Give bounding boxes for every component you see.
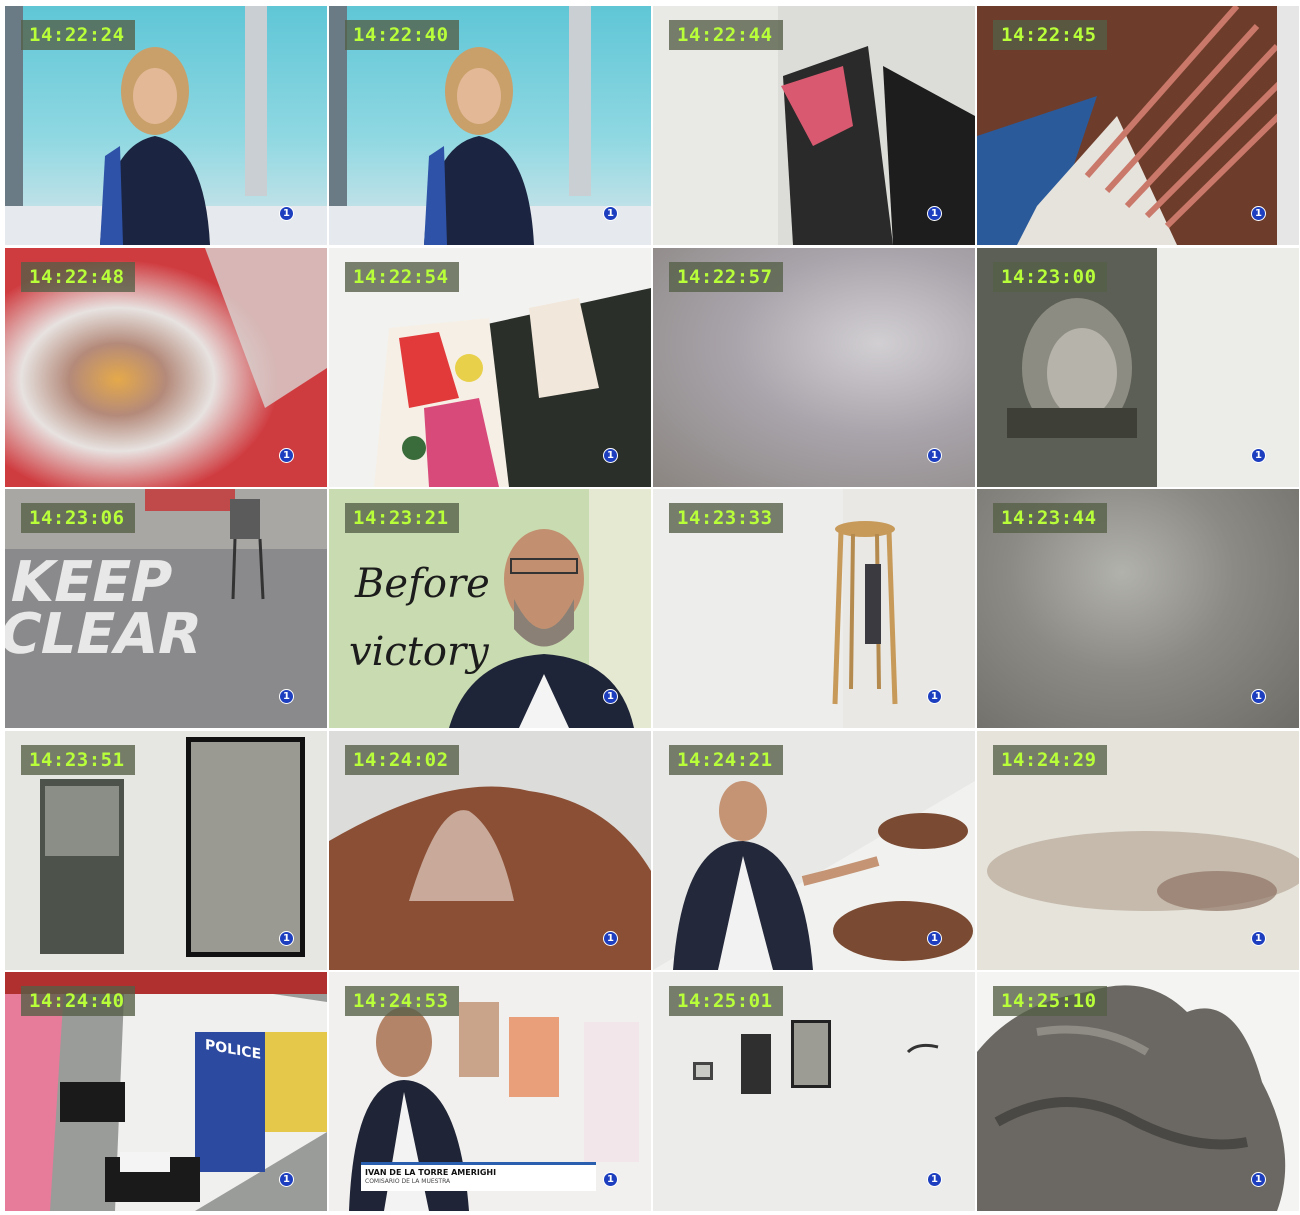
timestamp-label: 14:24:53	[345, 986, 459, 1016]
timestamp-label: 14:24:21	[669, 744, 783, 775]
timestamp-label: 14:22:54	[345, 261, 459, 292]
timestamp-label: 14:22:44	[669, 20, 783, 50]
timestamp-label: 14:24:29	[993, 744, 1107, 775]
thumbnail-grid: 14:22:24 1 14:22:40 1 14:22:44 1 14:22:4…	[5, 6, 1299, 1211]
timestamp-label: 14:22:40	[345, 20, 459, 50]
channel-logo-icon: 1	[927, 930, 942, 946]
timestamp-label: 14:23:51	[21, 744, 135, 775]
lower-third-caption: IVAN DE LA TORRE AMERIGHI COMISARIO DE L…	[361, 1162, 596, 1191]
timestamp-label: 14:23:44	[993, 503, 1107, 533]
channel-logo-icon: 1	[1251, 206, 1266, 221]
frame-thumbnail[interactable]: 14:22:54 1	[329, 247, 651, 487]
frame-thumbnail[interactable]: 14:24:02 1	[329, 730, 651, 970]
timestamp-label: 14:22:45	[993, 20, 1107, 50]
timestamp-label: 14:23:06	[21, 503, 135, 533]
channel-logo-icon: 1	[603, 447, 618, 463]
frame-thumbnail[interactable]: 14:23:33 1	[653, 489, 975, 728]
timestamp-label: 14:22:48	[21, 261, 135, 292]
channel-logo-icon: 1	[1251, 930, 1266, 946]
frame-thumbnail[interactable]: 14:23:51 1	[5, 730, 327, 970]
frame-thumbnail[interactable]: 14:23:44 1	[977, 489, 1299, 728]
timestamp-label: 14:25:10	[993, 986, 1107, 1016]
channel-logo-icon: 1	[927, 206, 942, 221]
caption-name: IVAN DE LA TORRE AMERIGHI	[365, 1168, 497, 1177]
frame-thumbnail[interactable]: Before victory 14:23:21 1	[329, 489, 651, 728]
channel-logo-icon: 1	[279, 206, 294, 221]
channel-logo-icon: 1	[279, 689, 294, 704]
frame-thumbnail[interactable]: 14:22:40 1	[329, 6, 651, 245]
timestamp-label: 14:23:00	[993, 261, 1107, 292]
frame-thumbnail[interactable]: KEEP CLEAR 14:23:06 1	[5, 489, 327, 728]
timestamp-label: 14:24:02	[345, 744, 459, 775]
frame-thumbnail[interactable]: 14:22:24 1	[5, 6, 327, 245]
channel-logo-icon: 1	[927, 689, 942, 704]
frame-thumbnail[interactable]: 14:22:48 1	[5, 247, 327, 487]
frame-thumbnail[interactable]: 14:22:44 1	[653, 6, 975, 245]
artwork-text-line2: victory	[349, 629, 489, 675]
frame-thumbnail[interactable]: 14:25:10 1	[977, 972, 1299, 1211]
caption-role: COMISARIO DE LA MUESTRA	[365, 1178, 451, 1185]
channel-logo-icon: 1	[603, 206, 618, 221]
channel-logo-icon: 1	[279, 930, 294, 946]
channel-logo-icon: 1	[927, 447, 942, 463]
timestamp-label: 14:23:21	[345, 503, 459, 533]
channel-logo-icon: 1	[279, 1172, 294, 1187]
channel-logo-icon: 1	[1251, 689, 1266, 704]
channel-logo-icon: 1	[603, 930, 618, 946]
channel-logo-icon: 1	[927, 1172, 942, 1187]
timestamp-label: 14:24:40	[21, 986, 135, 1016]
timestamp-label: 14:25:01	[669, 986, 783, 1016]
frame-thumbnail[interactable]: 14:24:29 1	[977, 730, 1299, 970]
timestamp-label: 14:22:57	[669, 261, 783, 292]
artwork-text-line1: Before	[355, 561, 490, 607]
channel-logo-icon: 1	[1251, 1172, 1266, 1187]
frame-thumbnail[interactable]: 14:25:01 1	[653, 972, 975, 1211]
frame-thumbnail[interactable]: IVAN DE LA TORRE AMERIGHI COMISARIO DE L…	[329, 972, 651, 1211]
timestamp-label: 14:23:33	[669, 503, 783, 533]
channel-logo-icon: 1	[1251, 447, 1266, 463]
frame-thumbnail[interactable]: 14:24:21 1	[653, 730, 975, 970]
frame-thumbnail[interactable]: 14:23:00 1	[977, 247, 1299, 487]
channel-logo-icon: 1	[279, 447, 294, 463]
channel-logo-icon: 1	[603, 689, 618, 704]
frame-thumbnail[interactable]: 14:22:45 1	[977, 6, 1299, 245]
frame-thumbnail[interactable]: POLICE 14:24:40 1	[5, 972, 327, 1211]
road-text: KEEP CLEAR	[5, 550, 208, 667]
timestamp-label: 14:22:24	[21, 20, 135, 50]
frame-thumbnail[interactable]: 14:22:57 1	[653, 247, 975, 487]
channel-logo-icon: 1	[603, 1172, 618, 1187]
